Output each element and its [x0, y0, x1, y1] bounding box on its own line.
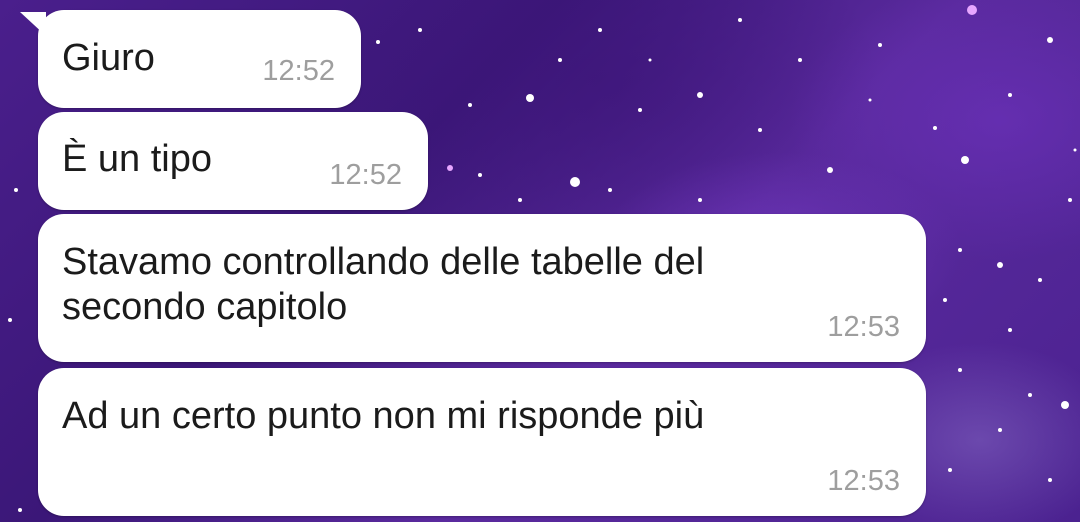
message-text: Stavamo controllando delle tabelle del s…	[62, 241, 705, 328]
message-time: 12:52	[262, 55, 335, 87]
chat-screen: { "messages": [ { "text": "Giuro", "time…	[0, 0, 1080, 522]
message-bubble[interactable]: Ad un certo punto non mi risponde più 12…	[38, 368, 926, 516]
message-time: 12:52	[329, 159, 402, 191]
message-bubble[interactable]: Stavamo controllando delle tabelle del s…	[38, 214, 926, 362]
bubble-tail	[20, 12, 46, 36]
message-text: Giuro	[62, 37, 155, 79]
message-bubble[interactable]: Giuro 12:52	[20, 10, 361, 108]
message-bubble[interactable]: È un tipo 12:52	[38, 112, 428, 210]
message-text: Ad un certo punto non mi risponde più	[62, 395, 705, 437]
message-list[interactable]: Giuro 12:52 È un tipo 12:52 Stavamo cont…	[0, 0, 1080, 522]
message-text: È un tipo	[62, 138, 212, 180]
message-time: 12:53	[827, 311, 900, 343]
message-time: 12:53	[827, 465, 900, 497]
